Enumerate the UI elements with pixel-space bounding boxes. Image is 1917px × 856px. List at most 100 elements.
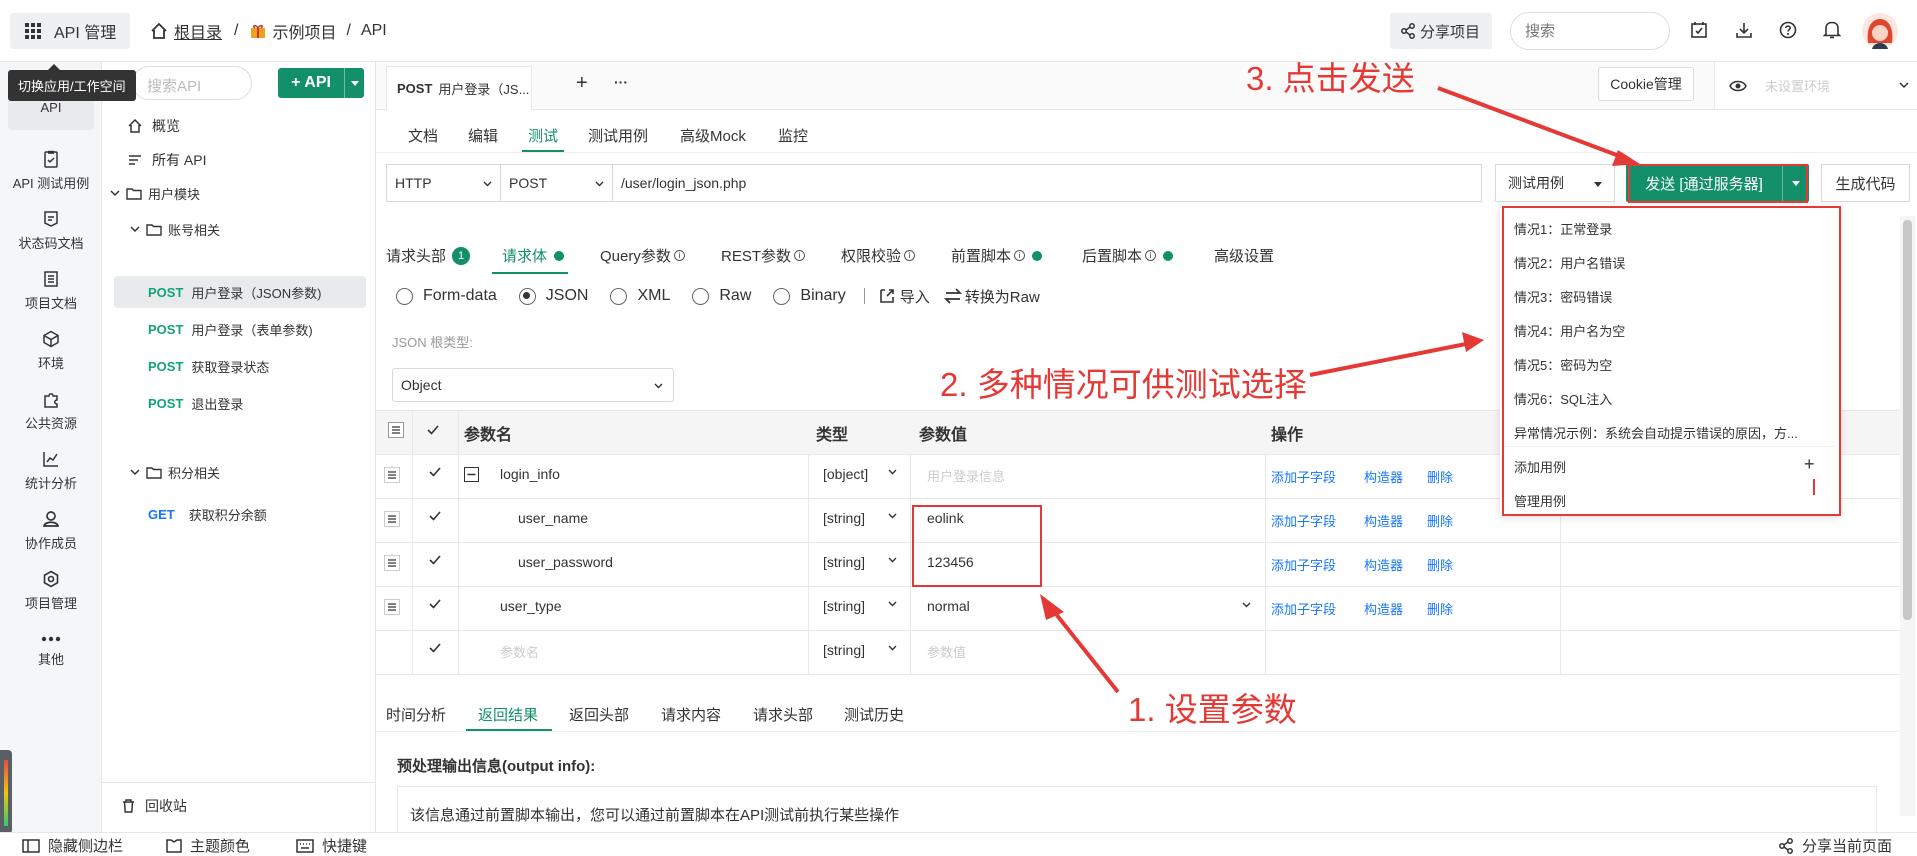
tree-api-item[interactable]: POST 退出登录 <box>102 386 376 420</box>
tab-post-script[interactable]: 后置脚本 i <box>1082 245 1174 266</box>
add-child-field-link[interactable]: 添加子字段 <box>1271 511 1336 530</box>
param-value-placeholder[interactable]: 用户登录信息 <box>927 466 1005 485</box>
generate-code-button[interactable]: 生成代码 <box>1821 164 1910 202</box>
tree-group-user[interactable]: 用户模块 <box>102 176 376 210</box>
tree-group-points[interactable]: 积分相关 <box>102 455 376 489</box>
rail-item-api-testcase[interactable]: API 测试用例 <box>0 150 102 192</box>
row-checkbox[interactable] <box>428 641 442 655</box>
row-checkbox[interactable] <box>428 553 442 567</box>
delete-link[interactable]: 删除 <box>1427 599 1453 618</box>
collapse-icon[interactable] <box>464 467 479 482</box>
param-type[interactable]: [string] <box>823 510 865 526</box>
tree-item-overview[interactable]: 概览 <box>102 109 376 143</box>
tab-more-button[interactable]: ··· <box>614 74 628 90</box>
testcase-select[interactable]: 测试用例 <box>1495 164 1615 202</box>
drag-handle-icon[interactable] <box>384 599 400 615</box>
param-type[interactable]: [string] <box>823 642 865 658</box>
param-type[interactable]: [string] <box>823 554 865 570</box>
param-name[interactable]: user_password <box>518 554 613 570</box>
tree-item-recycle[interactable]: 回收站 <box>102 789 376 823</box>
rail-item-status-code[interactable]: 状态码文档 <box>0 210 102 252</box>
row-checkbox[interactable] <box>428 509 442 523</box>
tab-rest-params[interactable]: REST参数 i <box>721 245 806 266</box>
api-search-box[interactable]: 搜索API <box>132 66 252 100</box>
tab-time-analysis[interactable]: 时间分析 <box>386 704 446 725</box>
tree-api-item[interactable]: POST 用户登录（表单参数) <box>102 312 376 346</box>
builder-link[interactable]: 构造器 <box>1364 555 1403 574</box>
share-project-button[interactable]: 分享项目 <box>1390 13 1492 49</box>
tab-test-history[interactable]: 测试历史 <box>844 704 904 725</box>
param-name[interactable]: user_type <box>500 598 561 614</box>
radio-json[interactable]: JSON <box>518 287 588 305</box>
tab-auth[interactable]: 权限校验 i <box>841 245 916 266</box>
delete-link[interactable]: 删除 <box>1427 467 1453 486</box>
share-page-button[interactable]: 分享当前页面 <box>1778 835 1892 856</box>
download-icon[interactable] <box>1735 21 1753 39</box>
tab-request-headers[interactable]: 请求头部 <box>753 704 813 725</box>
param-type[interactable]: [string] <box>823 598 865 614</box>
tab-response-body[interactable]: 返回结果 <box>478 704 538 725</box>
radio-form-data[interactable]: Form-data <box>396 287 497 305</box>
rail-item-project-settings[interactable]: 项目管理 <box>0 570 102 612</box>
tab-advanced-settings[interactable]: 高级设置 <box>1214 245 1274 266</box>
drag-handle-icon[interactable] <box>384 467 400 483</box>
tab-pre-script[interactable]: 前置脚本 i <box>951 245 1043 266</box>
param-type[interactable]: [object] <box>823 466 868 482</box>
app-switch-button[interactable]: API 管理 <box>10 13 130 49</box>
environment-select[interactable]: 未设置环境 <box>1714 62 1917 109</box>
cookie-manage-button[interactable]: Cookie管理 <box>1598 67 1694 101</box>
radio-xml[interactable]: XML <box>610 287 670 305</box>
row-checkbox[interactable] <box>428 465 442 479</box>
delete-link[interactable]: 删除 <box>1427 511 1453 530</box>
tab-response-headers[interactable]: 返回头部 <box>569 704 629 725</box>
request-tab-active[interactable]: POST 用户登录（JS... <box>386 66 532 110</box>
bell-icon[interactable] <box>1823 20 1841 40</box>
tree-api-item[interactable]: GET 获取积分余额 <box>102 497 376 531</box>
global-search-input[interactable] <box>1510 12 1670 50</box>
param-value[interactable]: normal <box>927 598 970 614</box>
scrollbar-thumb[interactable] <box>1903 220 1912 620</box>
tab-edit[interactable]: 编辑 <box>468 125 498 146</box>
protocol-select[interactable]: HTTP <box>386 164 501 202</box>
rail-item-public-resources[interactable]: 公共资源 <box>0 390 102 432</box>
tab-advanced-mock[interactable]: 高级Mock <box>680 125 746 146</box>
add-api-button[interactable]: + API <box>278 68 364 98</box>
import-button[interactable]: 导入 <box>879 286 930 307</box>
rail-item-members[interactable]: 协作成员 <box>0 510 102 552</box>
delete-link[interactable]: 删除 <box>1427 555 1453 574</box>
select-all-checkbox[interactable] <box>426 423 440 437</box>
tab-query-params[interactable]: Query参数 i <box>600 245 685 266</box>
rail-item-project-doc[interactable]: 项目文档 <box>0 270 102 312</box>
drag-handle-icon[interactable] <box>384 511 400 527</box>
tree-api-item[interactable]: POST 用户登录（JSON参数) <box>102 275 376 309</box>
tree-item-all-api[interactable]: 所有 API <box>102 143 376 177</box>
shortcuts-button[interactable]: 快捷键 <box>296 835 367 856</box>
radio-raw[interactable]: Raw <box>692 287 751 305</box>
tab-request-content[interactable]: 请求内容 <box>661 704 721 725</box>
tree-group-account[interactable]: 账号相关 <box>102 212 376 246</box>
rail-item-environment[interactable]: 环境 <box>0 330 102 372</box>
json-root-select[interactable]: Object <box>392 368 674 402</box>
convert-raw-button[interactable]: 转换为Raw <box>943 286 1040 307</box>
tab-testcases[interactable]: 测试用例 <box>588 125 648 146</box>
chevron-down-icon[interactable] <box>1242 602 1251 608</box>
theme-color-button[interactable]: 主题颜色 <box>166 835 250 856</box>
builder-link[interactable]: 构造器 <box>1364 511 1403 530</box>
radio-binary[interactable]: Binary <box>773 287 846 305</box>
task-check-icon[interactable] <box>1690 21 1708 39</box>
param-name[interactable]: login_info <box>500 466 560 482</box>
scrollbar[interactable] <box>1900 216 1915 816</box>
add-tab-button[interactable]: + <box>576 72 588 95</box>
tab-request-headers[interactable]: 请求头部 1 <box>386 245 471 266</box>
builder-link[interactable]: 构造器 <box>1364 467 1403 486</box>
caret-down-icon[interactable] <box>344 68 364 98</box>
breadcrumb-root[interactable]: 根目录 <box>174 19 222 43</box>
rail-item-statistics[interactable]: 统计分析 <box>0 450 102 492</box>
row-checkbox[interactable] <box>428 597 442 611</box>
add-child-field-link[interactable]: 添加子字段 <box>1271 599 1336 618</box>
add-child-field-link[interactable]: 添加子字段 <box>1271 555 1336 574</box>
method-select[interactable]: POST <box>500 164 613 202</box>
tree-api-item[interactable]: POST 获取登录状态 <box>102 349 376 383</box>
hide-sidebar-button[interactable]: 隐藏侧边栏 <box>22 835 123 856</box>
rail-item-api[interactable]: API <box>0 100 102 115</box>
